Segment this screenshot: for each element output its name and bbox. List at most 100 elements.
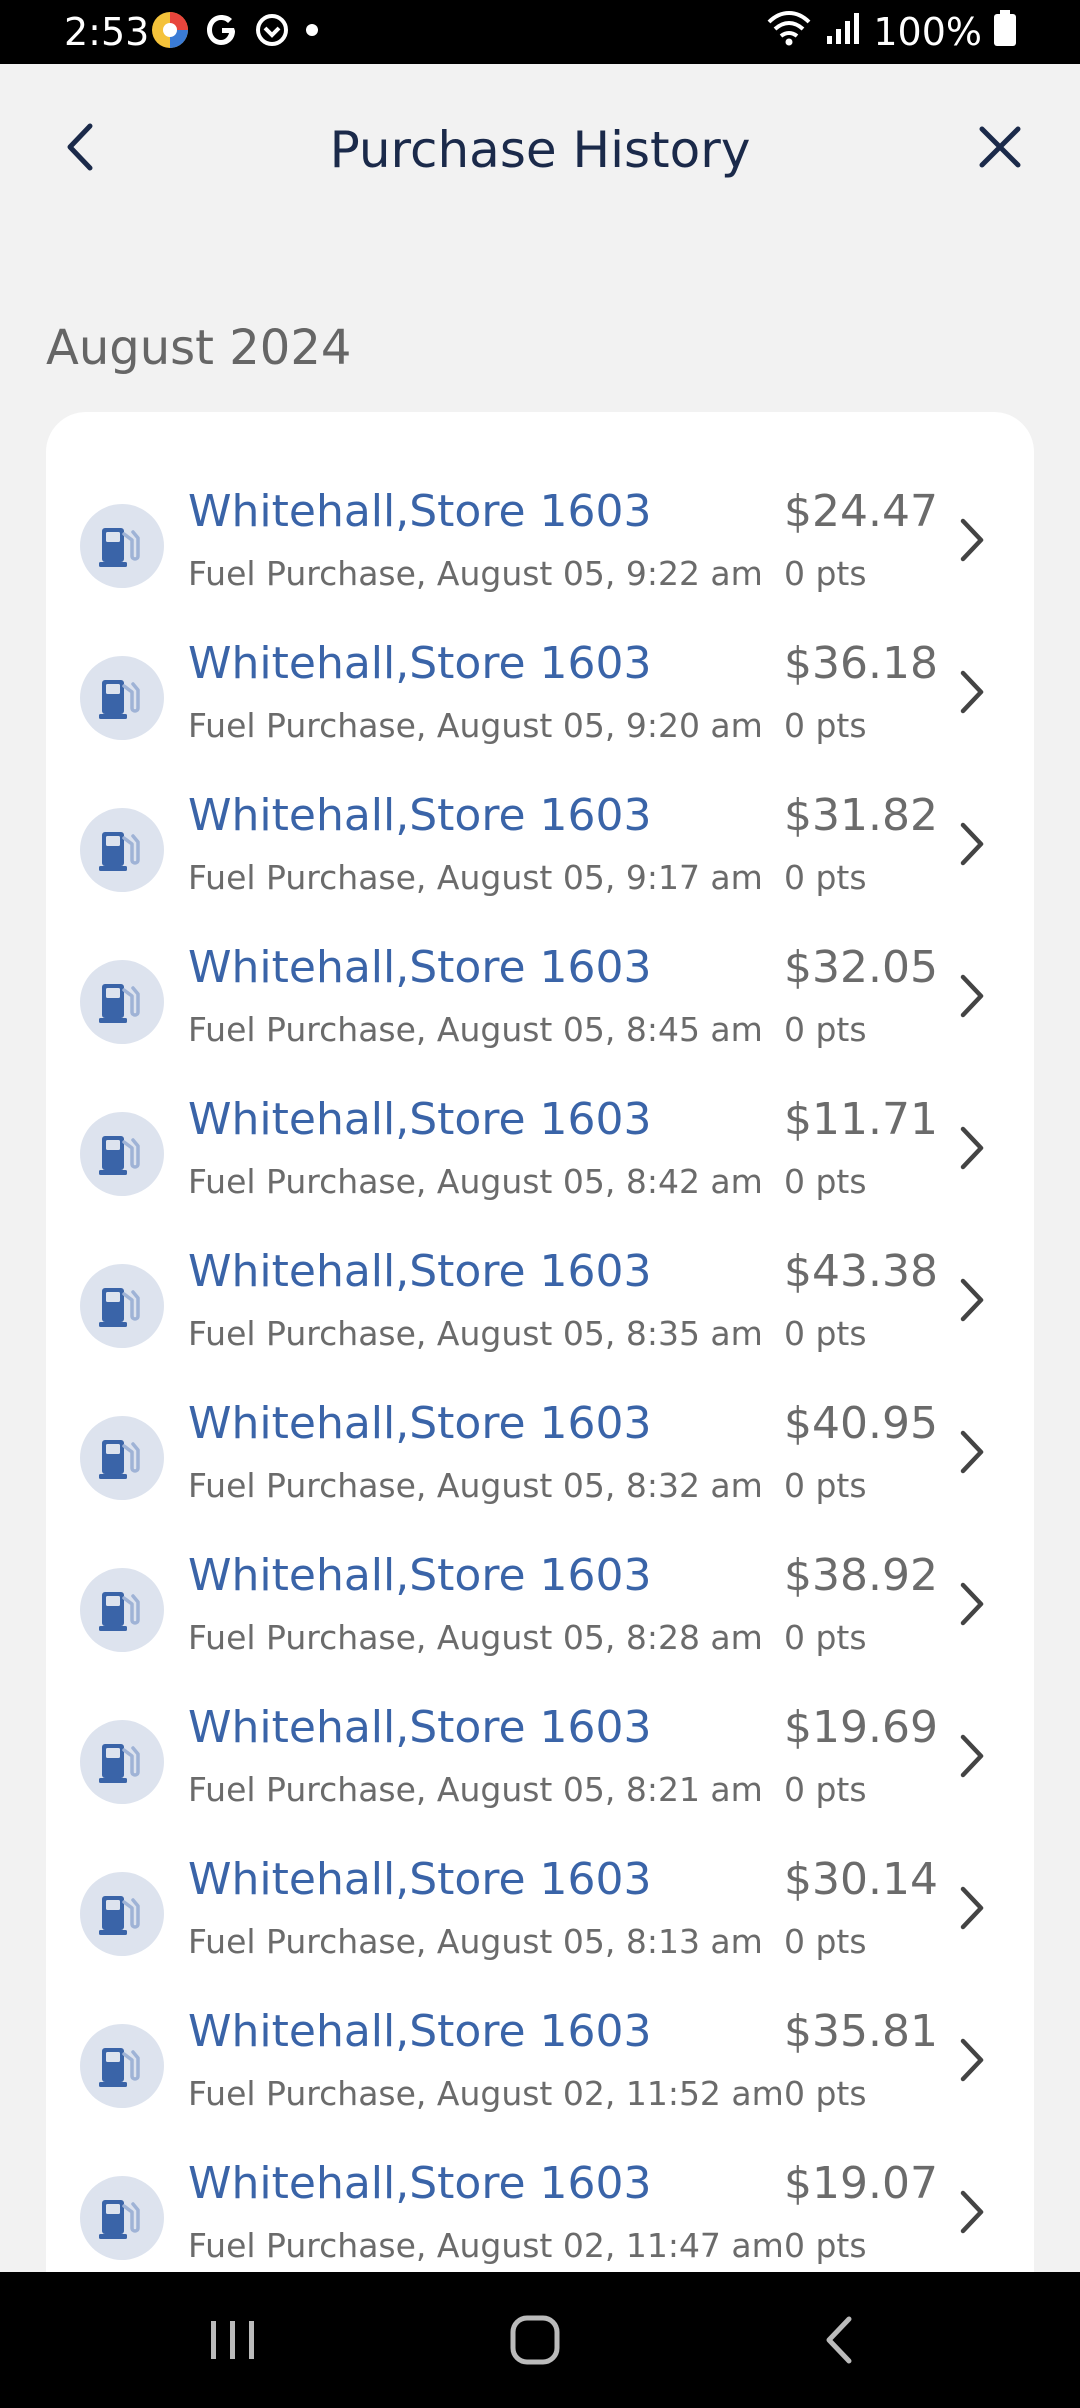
purchase-points: 0 pts	[784, 1162, 867, 1201]
fuel-pump-icon	[80, 1112, 164, 1196]
purchase-amount: $43.38	[784, 1246, 938, 1297]
chevron-right-icon	[952, 664, 992, 720]
store-name: Whitehall,Store 1603	[188, 1854, 652, 1905]
fuel-pump-icon	[80, 808, 164, 892]
app-icon	[150, 10, 190, 54]
fuel-pump-icon	[80, 1568, 164, 1652]
purchase-detail: Fuel Purchase, August 05, 8:42 am	[188, 1162, 763, 1201]
chevron-right-icon	[952, 816, 992, 872]
purchase-points: 0 pts	[784, 1466, 867, 1505]
store-name: Whitehall,Store 1603	[188, 2158, 652, 2209]
purchase-points: 0 pts	[784, 554, 867, 593]
battery-icon	[994, 9, 1016, 55]
header: Purchase History	[0, 64, 1080, 244]
chevron-right-icon	[952, 1576, 992, 1632]
purchase-row[interactable]: Whitehall,Store 1603 Fuel Purchase, Augus…	[46, 918, 1034, 1070]
purchase-points: 0 pts	[784, 858, 867, 897]
purchase-amount: $19.07	[784, 2158, 938, 2209]
fuel-pump-icon	[80, 2024, 164, 2108]
chevron-right-icon	[952, 512, 992, 568]
store-name: Whitehall,Store 1603	[188, 1702, 652, 1753]
chevron-right-icon	[952, 1272, 992, 1328]
purchase-points: 0 pts	[784, 1922, 867, 1961]
purchase-amount: $30.14	[784, 1854, 938, 1905]
recent-apps-button[interactable]	[188, 2302, 278, 2382]
home-button[interactable]	[490, 2302, 580, 2382]
recent-apps-icon	[203, 2315, 263, 2369]
chevron-right-icon	[952, 2184, 992, 2240]
purchase-detail: Fuel Purchase, August 05, 8:35 am	[188, 1314, 763, 1353]
purchase-detail: Fuel Purchase, August 02, 11:52 am	[188, 2074, 784, 2113]
purchase-amount: $19.69	[784, 1702, 938, 1753]
purchase-amount: $35.81	[784, 2006, 938, 2057]
home-icon	[505, 2310, 565, 2374]
store-name: Whitehall,Store 1603	[188, 1094, 652, 1145]
status-time: 2:53	[64, 10, 150, 54]
close-icon	[976, 123, 1024, 175]
nav-back-button[interactable]	[794, 2302, 884, 2382]
chevron-right-icon	[952, 1120, 992, 1176]
chevron-right-icon	[952, 1424, 992, 1480]
fuel-pump-icon	[80, 1416, 164, 1500]
purchase-detail: Fuel Purchase, August 05, 9:20 am	[188, 706, 763, 745]
purchase-points: 0 pts	[784, 2074, 867, 2113]
month-heading: August 2024	[46, 320, 352, 376]
store-name: Whitehall,Store 1603	[188, 1398, 652, 1449]
fuel-pump-icon	[80, 1720, 164, 1804]
purchase-detail: Fuel Purchase, August 05, 8:28 am	[188, 1618, 763, 1657]
store-name: Whitehall,Store 1603	[188, 942, 652, 993]
system-nav-bar	[0, 2272, 1080, 2408]
chevron-right-icon	[952, 1728, 992, 1784]
purchase-row[interactable]: Whitehall,Store 1603 Fuel Purchase, Augus…	[46, 2134, 1034, 2286]
purchase-row[interactable]: Whitehall,Store 1603 Fuel Purchase, Augus…	[46, 766, 1034, 918]
chevron-right-icon	[952, 1880, 992, 1936]
purchase-points: 0 pts	[784, 1010, 867, 1049]
purchase-row[interactable]: Whitehall,Store 1603 Fuel Purchase, Augus…	[46, 614, 1034, 766]
fuel-pump-icon	[80, 504, 164, 588]
fuel-pump-icon	[80, 960, 164, 1044]
purchase-amount: $36.18	[784, 638, 938, 689]
purchase-row[interactable]: Whitehall,Store 1603 Fuel Purchase, Augus…	[46, 1526, 1034, 1678]
store-name: Whitehall,Store 1603	[188, 1246, 652, 1297]
store-name: Whitehall,Store 1603	[188, 638, 652, 689]
purchase-list: Whitehall,Store 1603 Fuel Purchase, Augus…	[46, 412, 1034, 2312]
wifi-icon	[765, 8, 813, 57]
purchase-amount: $24.47	[784, 486, 938, 537]
notification-icons	[150, 12, 320, 52]
fuel-pump-icon	[80, 1264, 164, 1348]
purchase-points: 0 pts	[784, 1314, 867, 1353]
purchase-points: 0 pts	[784, 1770, 867, 1809]
purchase-row[interactable]: Whitehall,Store 1603 Fuel Purchase, Augus…	[46, 1070, 1034, 1222]
page-title: Purchase History	[329, 121, 751, 179]
purchase-points: 0 pts	[784, 706, 867, 745]
store-name: Whitehall,Store 1603	[188, 790, 652, 841]
fuel-pump-icon	[80, 1872, 164, 1956]
purchase-row[interactable]: Whitehall,Store 1603 Fuel Purchase, Augus…	[46, 1678, 1034, 1830]
purchase-amount: $11.71	[784, 1094, 938, 1145]
chevron-right-icon	[952, 2032, 992, 2088]
purchase-amount: $40.95	[784, 1398, 938, 1449]
purchase-detail: Fuel Purchase, August 05, 9:22 am	[188, 554, 763, 593]
fuel-pump-icon	[80, 2176, 164, 2260]
battery-text: 100%	[873, 10, 982, 54]
purchase-amount: $38.92	[784, 1550, 938, 1601]
dot-icon	[304, 22, 320, 42]
nav-back-icon	[819, 2313, 859, 2371]
signal-icon	[825, 10, 861, 55]
store-name: Whitehall,Store 1603	[188, 1550, 652, 1601]
close-button[interactable]	[970, 119, 1030, 179]
purchase-detail: Fuel Purchase, August 05, 8:21 am	[188, 1770, 763, 1809]
purchase-row[interactable]: Whitehall,Store 1603 Fuel Purchase, Augus…	[46, 1830, 1034, 1982]
purchase-row[interactable]: Whitehall,Store 1603 Fuel Purchase, Augus…	[46, 1374, 1034, 1526]
status-bar: 2:53 100%	[0, 0, 1080, 64]
purchase-detail: Fuel Purchase, August 05, 8:45 am	[188, 1010, 763, 1049]
purchase-detail: Fuel Purchase, August 05, 8:32 am	[188, 1466, 763, 1505]
chevron-right-icon	[952, 968, 992, 1024]
store-name: Whitehall,Store 1603	[188, 2006, 652, 2057]
purchase-row[interactable]: Whitehall,Store 1603 Fuel Purchase, Augus…	[46, 1982, 1034, 2134]
rewards-icon	[254, 12, 290, 52]
google-icon	[204, 12, 240, 52]
purchase-row[interactable]: Whitehall,Store 1603 Fuel Purchase, Augus…	[46, 1222, 1034, 1374]
store-name: Whitehall,Store 1603	[188, 486, 652, 537]
purchase-row[interactable]: Whitehall,Store 1603 Fuel Purchase, Augus…	[46, 462, 1034, 614]
